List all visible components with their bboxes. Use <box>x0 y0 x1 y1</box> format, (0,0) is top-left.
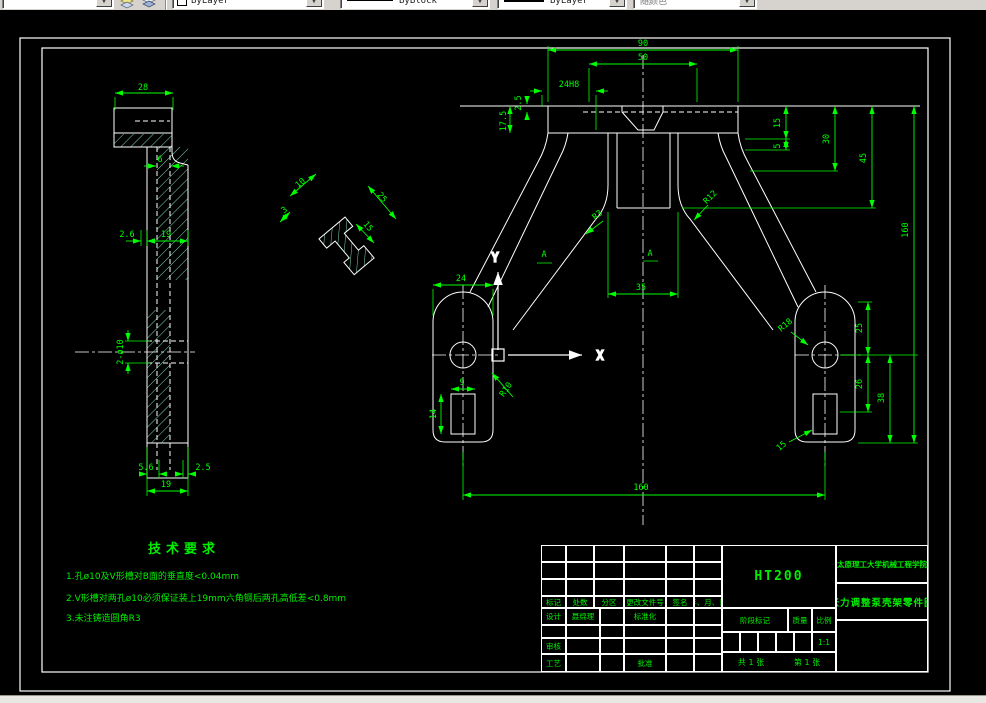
make-layer-current-button[interactable] <box>117 0 137 9</box>
approve-label: 批准 <box>624 654 666 672</box>
weight-label: 质量 <box>788 608 812 632</box>
drawing-canvas[interactable]: X Y 28 6 2.6 19 2-ø10 5.6 2.5 19 10 3 25… <box>0 10 986 695</box>
chevron-down-icon: ▼ <box>739 0 755 7</box>
header-signature: 签名 <box>666 596 694 608</box>
dim-label: 38 <box>877 393 887 403</box>
linetype-sample-icon <box>347 0 393 1</box>
dim-label: 45 <box>859 153 869 163</box>
dim-label: 19 <box>161 480 171 490</box>
layer-dropdown[interactable]: ▼ <box>2 0 114 9</box>
dim-label: 3 <box>280 205 290 216</box>
process-label: 工艺 <box>541 654 566 672</box>
dim-label: 9 <box>459 378 464 388</box>
header-count: 处数 <box>566 596 594 608</box>
dim-label: 160 <box>901 222 911 237</box>
scale-value: 1:1 <box>812 632 836 652</box>
dim-label: 2.6 <box>119 230 134 240</box>
dimension-lines <box>115 47 917 498</box>
dim-label: 14 <box>429 409 439 419</box>
color-control-dropdown[interactable]: ByLayer ▼ <box>172 0 324 9</box>
color-value: ByLayer <box>191 0 229 6</box>
dim-label: 160 <box>633 483 648 493</box>
dim-label: 30 <box>822 134 832 144</box>
sheet-total: 共 1 张 <box>737 657 765 667</box>
standardization-label: 标准化 <box>624 608 666 625</box>
plot-style-value: 随颜色 <box>640 0 668 7</box>
header-mark: 标记 <box>541 596 566 608</box>
lineweight-control-dropdown[interactable]: ByLayer ▼ <box>497 0 627 9</box>
dim-label: R18 <box>777 317 795 335</box>
sheet-number: 第 1 张 <box>793 657 821 667</box>
dim-label: 25 <box>855 323 865 333</box>
linetype-value: ByBlock <box>399 0 437 6</box>
dim-label: 10 <box>294 176 308 190</box>
left-section-view <box>75 107 195 479</box>
dim-label: 24H8 <box>559 80 579 90</box>
header-change-doc: 更改文件号 <box>624 596 666 608</box>
linetype-control-dropdown[interactable]: ByBlock ▼ <box>340 0 490 9</box>
dim-label: 15 <box>360 220 374 234</box>
designer-name: 聂绵理 <box>566 608 600 625</box>
dim-label: 19 <box>161 230 171 240</box>
dim-label: 2.5 <box>195 463 210 473</box>
tech-requirement-3: 3.未注铸造圆角R3 <box>66 614 141 624</box>
taskbar-edge <box>0 695 986 703</box>
dim-label: 5.6 <box>138 463 153 473</box>
material-designation: HT200 <box>722 545 836 608</box>
tech-requirement-1: 1.孔ø10及V形槽对B面的垂直度<0.04mm <box>66 572 239 582</box>
chevron-down-icon[interactable]: ▼ <box>609 0 625 7</box>
layers-stack-icon <box>142 0 156 8</box>
stage-mark-label: 阶段标记 <box>722 608 788 632</box>
dim-label: 5 <box>773 143 783 148</box>
chevron-down-icon[interactable]: ▼ <box>96 0 112 7</box>
dim-label: R12 <box>702 189 720 207</box>
dim-label: 15 <box>775 439 789 453</box>
dim-label: 28 <box>138 83 148 93</box>
toolbar-separator <box>165 0 167 10</box>
sheet-info: 共 1 张 第 1 张 <box>722 652 836 672</box>
dimension-extension-lines <box>114 46 918 500</box>
header-date: 年、月、日 <box>694 596 722 608</box>
tech-requirement-2: 2.V形槽对两孔ø10必须保证装上19mm六角钢后两孔高低差<0.8mm <box>66 594 347 604</box>
dim-label: 90 <box>638 39 648 49</box>
organization-name: 太原理工大学机械工程学院 <box>836 545 928 583</box>
dimension-labels: 28 6 2.6 19 2-ø10 5.6 2.5 19 10 3 25 15 90 50 24H8 2.5 1… <box>116 39 911 493</box>
chevron-down-icon[interactable]: ▼ <box>472 0 488 7</box>
dim-label: A <box>647 249 652 259</box>
dim-label: 2.5 <box>514 95 524 110</box>
design-label: 设计 <box>541 608 566 625</box>
check-label: 审核 <box>541 638 566 654</box>
chevron-down-icon[interactable]: ▼ <box>306 0 322 7</box>
dim-label: 6 <box>157 155 162 165</box>
ucs-y-label: Y <box>491 251 499 266</box>
dim-label: 17.5 <box>499 111 509 131</box>
layers-icon <box>120 0 134 9</box>
plot-style-dropdown[interactable]: 随颜色 ▼ <box>633 0 757 9</box>
tech-requirements-title: 技术要求 <box>148 542 221 557</box>
layer-previous-button[interactable] <box>139 0 159 9</box>
color-swatch <box>177 0 187 6</box>
dim-label: A <box>541 250 546 260</box>
dim-label: 26 <box>855 379 865 389</box>
scale-label: 比例 <box>812 608 836 632</box>
ucs-icon: X Y <box>490 250 604 364</box>
dim-label: R3 <box>591 208 605 222</box>
lineweight-sample-icon <box>504 0 544 2</box>
dim-label: 25 <box>374 191 388 205</box>
dim-label: 2-ø10 <box>116 339 126 365</box>
dim-label: 15 <box>773 118 783 128</box>
cad-application-window: ▼ ByLayer ▼ ByBlock ▼ ByLayer ▼ 随颜色 ▼ X … <box>0 0 986 703</box>
dim-label: 50 <box>638 53 648 63</box>
part-name: 张力调整泵壳架零件图 <box>836 583 928 620</box>
lineweight-value: ByLayer <box>550 0 588 6</box>
dim-label: 24 <box>456 274 466 284</box>
ucs-x-label: X <box>596 349 604 364</box>
dim-label: 35 <box>636 283 646 293</box>
properties-toolbar: ▼ ByLayer ▼ ByBlock ▼ ByLayer ▼ 随颜色 ▼ <box>0 0 986 10</box>
header-zone: 分区 <box>594 596 624 608</box>
